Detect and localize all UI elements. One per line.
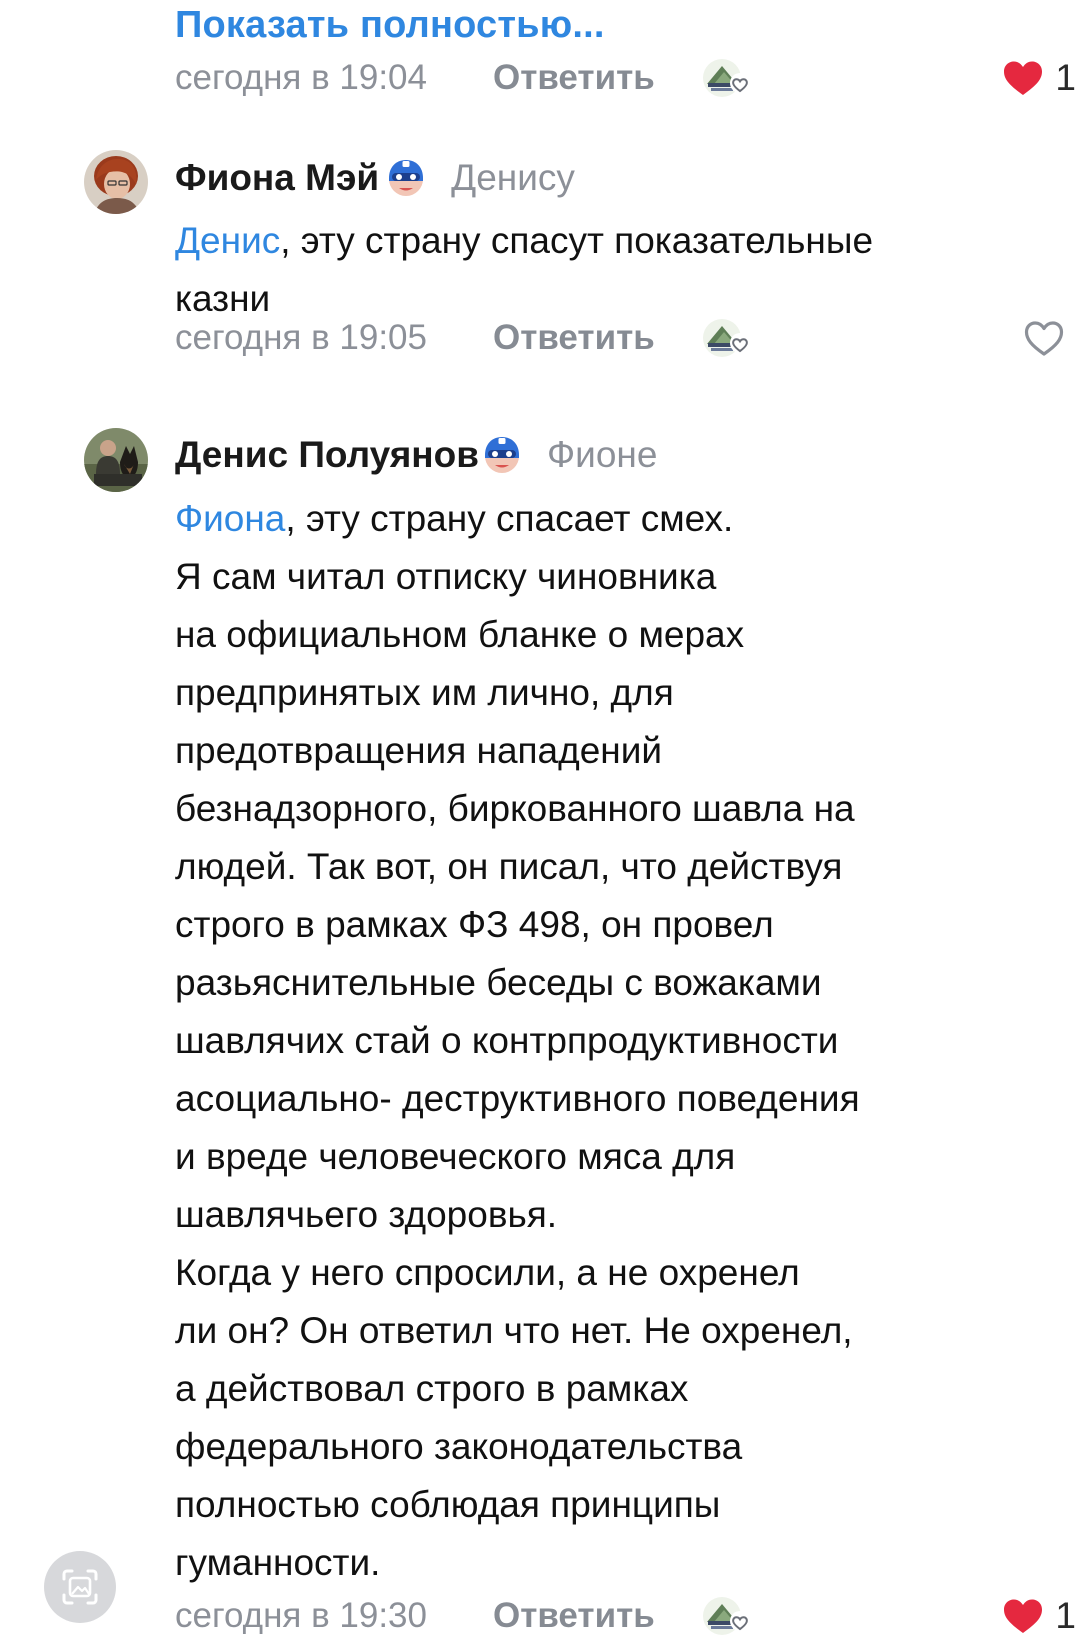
add-reaction-icon[interactable] bbox=[700, 314, 756, 362]
mention-link[interactable]: Денис bbox=[175, 220, 280, 261]
like-button[interactable] bbox=[1022, 316, 1076, 360]
avatar[interactable] bbox=[84, 428, 148, 492]
comment-timestamp: сегодня в 19:05 bbox=[175, 318, 427, 357]
heart-icon bbox=[1001, 58, 1045, 98]
add-reaction-icon[interactable] bbox=[700, 1592, 756, 1640]
heart-icon bbox=[1001, 1596, 1045, 1636]
avatar[interactable] bbox=[84, 150, 148, 214]
reply-to-name[interactable]: Денису bbox=[451, 157, 575, 199]
like-button[interactable]: 1 bbox=[1001, 56, 1076, 100]
comment-header: Фиона Мэй Денису bbox=[175, 153, 575, 203]
author-name[interactable]: Фиона Мэй bbox=[175, 157, 379, 199]
comment-meta-row: сегодня в 19:04 Ответить 1 bbox=[175, 56, 1080, 108]
screenshot-scan-button[interactable] bbox=[44, 1551, 116, 1623]
heart-outline-icon bbox=[1022, 318, 1066, 358]
comment-body: , эту страну спасает смех. Я сам читал о… bbox=[175, 498, 860, 1583]
comment-timestamp: сегодня в 19:04 bbox=[175, 58, 427, 97]
reply-button[interactable]: Ответить bbox=[493, 58, 655, 98]
like-count: 1 bbox=[1055, 1595, 1076, 1636]
comment-body: , эту страну спасут показательные казни bbox=[175, 220, 874, 319]
author-name[interactable]: Денис Полуянов bbox=[175, 434, 479, 476]
comment-header: Денис Полуянов Фионе bbox=[175, 430, 657, 480]
comment-meta-row: сегодня в 19:30 Ответить 1 bbox=[175, 1594, 1080, 1646]
avatar-photo bbox=[84, 428, 148, 492]
show-more-link[interactable]: Показать полностью... bbox=[175, 4, 605, 47]
mention-link[interactable]: Фиона bbox=[175, 498, 285, 539]
avatar-photo bbox=[84, 150, 148, 214]
like-button[interactable]: 1 bbox=[1001, 1594, 1076, 1638]
comment-meta-row: сегодня в 19:05 Ответить bbox=[175, 318, 1080, 368]
comments-thread: Показать полностью... сегодня в 19:04 От… bbox=[0, 0, 1080, 1652]
comment-text: Фиона, эту страну спасает смех. Я сам чи… bbox=[175, 490, 1055, 1592]
comment-text: Денис, эту страну спасут показательные к… bbox=[175, 212, 1055, 328]
add-reaction-icon[interactable] bbox=[700, 54, 756, 102]
like-count: 1 bbox=[1055, 57, 1076, 98]
comment-timestamp: сегодня в 19:30 bbox=[175, 1596, 427, 1635]
reply-to-name[interactable]: Фионе bbox=[547, 434, 657, 476]
reply-button[interactable]: Ответить bbox=[493, 318, 655, 358]
hero-mask-icon bbox=[387, 157, 425, 199]
reply-button[interactable]: Ответить bbox=[493, 1596, 655, 1636]
screenshot-scan-icon bbox=[62, 1569, 98, 1605]
hero-mask-icon bbox=[483, 434, 521, 476]
